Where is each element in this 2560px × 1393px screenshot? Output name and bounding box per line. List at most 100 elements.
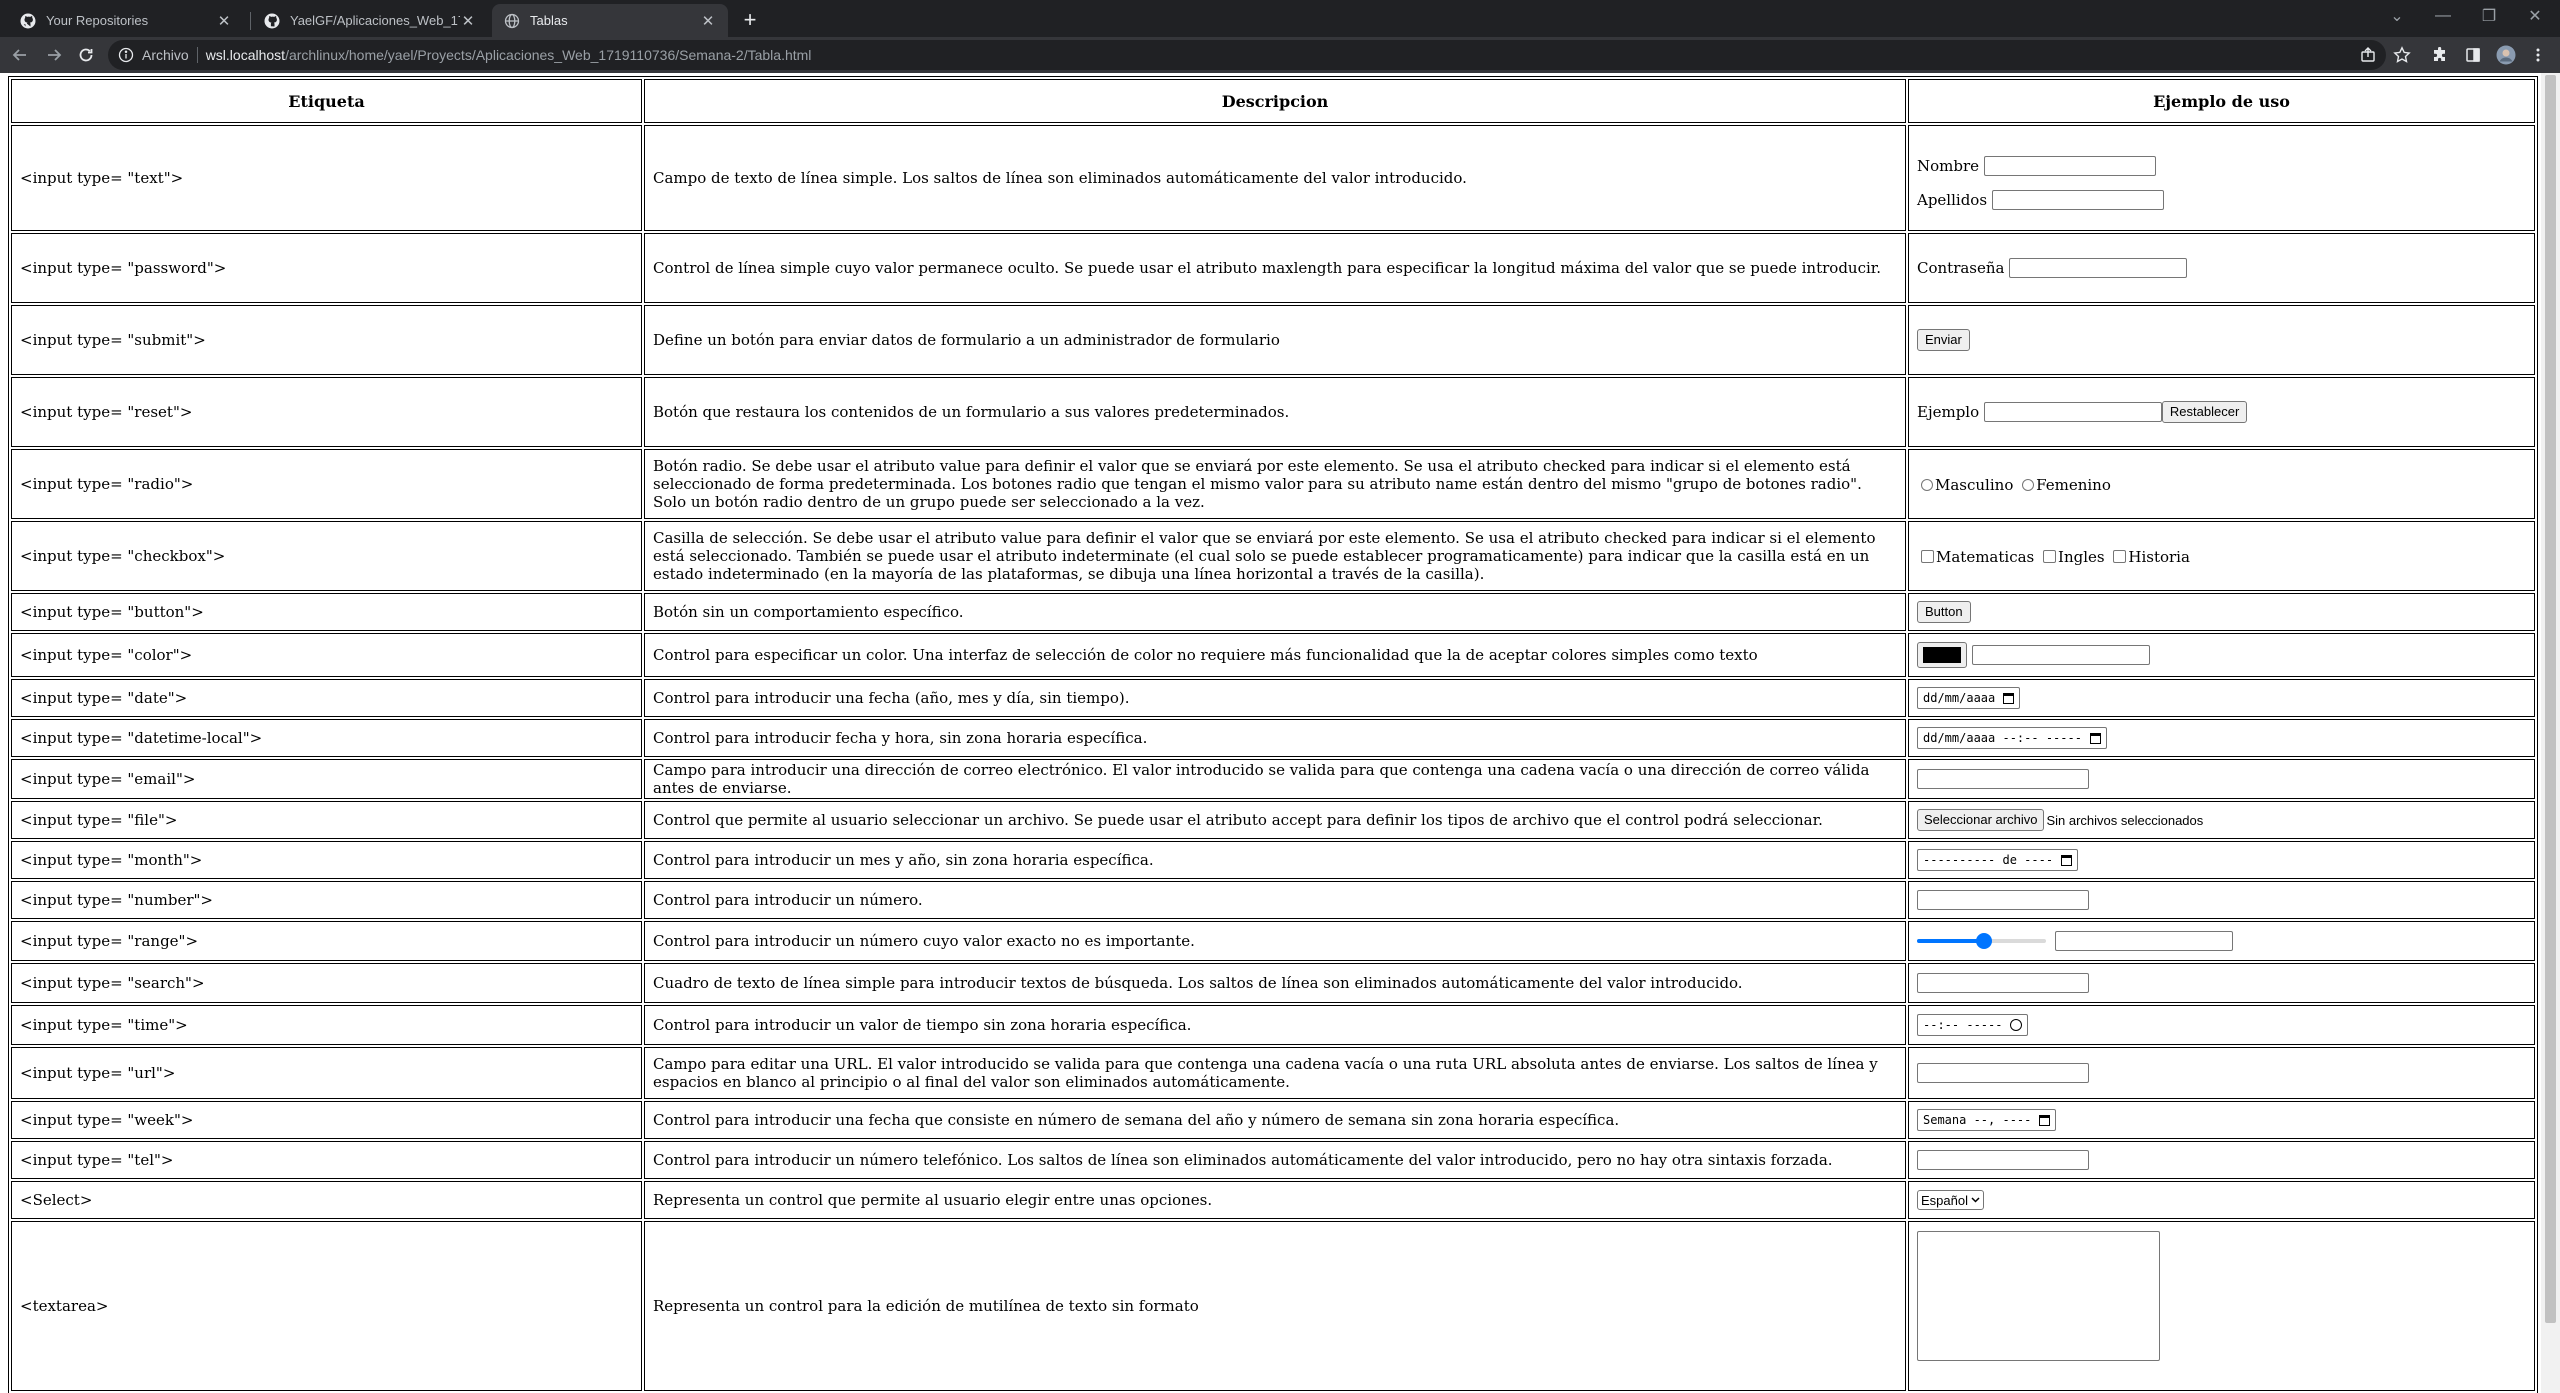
checkbox-matematicas[interactable] xyxy=(1921,550,1934,563)
forward-icon[interactable] xyxy=(40,41,68,69)
close-tab-icon[interactable]: ✕ xyxy=(700,12,716,30)
generic-button[interactable]: Button xyxy=(1917,601,1971,623)
calendar-icon[interactable] xyxy=(2003,692,2015,704)
nombre-input[interactable] xyxy=(1983,156,2156,176)
month-input[interactable]: ---------- de ---- xyxy=(1917,849,2079,871)
input-types-table: Etiqueta Descripcion Ejemplo de uso <inp… xyxy=(8,76,2538,1393)
address-path: /archlinux/home/yael/Proyects/Aplicacion… xyxy=(285,47,812,63)
tab-strip: Your Repositories ✕ YaelGF/Aplicaciones_… xyxy=(0,0,2560,37)
minimize-icon[interactable]: — xyxy=(2426,2,2460,30)
tab-search-icon[interactable]: ⌄ xyxy=(2380,2,2414,30)
maximize-icon[interactable]: ❐ xyxy=(2472,2,2506,30)
checkbox-ingles[interactable] xyxy=(2043,550,2057,563)
share-icon[interactable] xyxy=(2358,45,2378,65)
table-row: <input type= "month"> Control para intro… xyxy=(11,841,2535,879)
description-cell: Control para introducir un mes y año, si… xyxy=(644,841,1906,879)
extensions-icon[interactable] xyxy=(2430,45,2450,65)
ejemplo-input[interactable] xyxy=(1983,402,2162,422)
contrasena-label: Contraseña xyxy=(1917,259,2005,277)
date-placeholder: dd/mm/aaaa xyxy=(1923,691,1996,705)
info-icon[interactable] xyxy=(118,47,134,63)
scrollbar-thumb[interactable] xyxy=(2545,75,2556,1323)
url-input[interactable] xyxy=(1917,1063,2089,1083)
month-placeholder: ---------- de ---- xyxy=(1923,853,2054,867)
profile-avatar-icon[interactable] xyxy=(2496,45,2516,65)
textarea-input[interactable] xyxy=(1917,1231,2160,1361)
slider-thumb[interactable] xyxy=(1976,933,1993,949)
datetime-local-input[interactable]: dd/mm/aaaa --:-- ----- xyxy=(1917,727,2107,749)
radio-masculino[interactable] xyxy=(1921,478,1933,491)
checkbox-historia[interactable] xyxy=(2113,550,2127,563)
table-row: <input type= "date"> Control para introd… xyxy=(11,679,2535,717)
table-row: <input type= "search"> Cuadro de texto d… xyxy=(11,963,2535,1003)
close-tab-icon[interactable]: ✕ xyxy=(216,12,232,30)
color-text-input[interactable] xyxy=(1971,645,2150,665)
example-cell: Contraseña xyxy=(1908,233,2535,303)
description-cell: Control para introducir un número cuyo v… xyxy=(644,921,1906,961)
table-row: <Select> Representa un control que permi… xyxy=(11,1181,2535,1219)
clock-icon[interactable] xyxy=(2010,1019,2023,1031)
tag-cell: <input type= "date"> xyxy=(11,679,642,717)
bookmark-star-icon[interactable] xyxy=(2392,45,2412,65)
apellidos-input[interactable] xyxy=(1991,190,2164,210)
range-text-input[interactable] xyxy=(2054,931,2233,951)
tag-cell: <input type= "tel"> xyxy=(11,1141,642,1179)
file-status: Sin archivos seleccionados xyxy=(2046,812,2204,828)
enviar-button[interactable]: Enviar xyxy=(1917,329,1970,351)
tag-cell: <input type= "time"> xyxy=(11,1005,642,1045)
example-cell xyxy=(1908,963,2535,1003)
example-cell: Enviar xyxy=(1908,305,2535,375)
tab-tablas[interactable]: Tablas ✕ xyxy=(492,4,728,37)
vertical-scrollbar[interactable] xyxy=(2541,73,2560,1393)
description-cell: Representa un control para la edición de… xyxy=(644,1221,1906,1391)
example-cell xyxy=(1908,1141,2535,1179)
example-cell xyxy=(1908,633,2535,677)
table-row: <input type= "text"> Campo de texto de l… xyxy=(11,125,2535,231)
description-cell: Botón radio. Se debe usar el atributo va… xyxy=(644,449,1906,519)
tag-cell: <input type= "week"> xyxy=(11,1101,642,1139)
radio-label: Masculino xyxy=(1935,475,2014,494)
description-cell: Representa un control que permite al usu… xyxy=(644,1181,1906,1219)
tab-your-repositories[interactable]: Your Repositories ✕ xyxy=(8,4,244,37)
calendar-icon[interactable] xyxy=(2061,854,2073,866)
description-cell: Control de línea simple cuyo valor perma… xyxy=(644,233,1906,303)
color-picker[interactable] xyxy=(1917,642,1967,668)
calendar-icon[interactable] xyxy=(2089,732,2101,744)
radio-femenino[interactable] xyxy=(2022,478,2035,491)
example-cell: --:-- ----- xyxy=(1908,1005,2535,1045)
description-cell: Cuadro de texto de línea simple para int… xyxy=(644,963,1906,1003)
email-input[interactable] xyxy=(1917,769,2089,789)
close-window-icon[interactable]: ✕ xyxy=(2518,2,2552,30)
password-input[interactable] xyxy=(2009,258,2188,278)
checkbox-label: Ingles xyxy=(2058,547,2105,566)
menu-kebab-icon[interactable] xyxy=(2528,45,2548,65)
address-bar[interactable]: Archivo wsl.localhost/archlinux/home/yae… xyxy=(108,40,2386,70)
select-file-button[interactable]: Seleccionar archivo xyxy=(1917,809,2045,831)
table-row: <input type= "week"> Control para introd… xyxy=(11,1101,2535,1139)
tag-cell: <input type= "text"> xyxy=(11,125,642,231)
time-input[interactable]: --:-- ----- xyxy=(1917,1014,2029,1036)
tag-cell: <textarea> xyxy=(11,1221,642,1391)
table-row: <input type= "email"> Campo para introdu… xyxy=(11,759,2535,799)
back-icon[interactable] xyxy=(6,41,34,69)
number-input[interactable] xyxy=(1917,890,2089,910)
tag-cell: <Select> xyxy=(11,1181,642,1219)
reload-icon[interactable] xyxy=(72,41,100,69)
new-tab-button[interactable]: + xyxy=(736,6,764,34)
language-select[interactable]: Español xyxy=(1917,1190,1984,1210)
tag-cell: <input type= "url"> xyxy=(11,1047,642,1099)
search-input[interactable] xyxy=(1917,973,2089,993)
tag-cell: <input type= "month"> xyxy=(11,841,642,879)
side-panel-icon[interactable] xyxy=(2463,45,2483,65)
week-input[interactable]: Semana --, ---- xyxy=(1917,1109,2057,1131)
range-slider[interactable] xyxy=(1917,933,2046,949)
date-input[interactable]: dd/mm/aaaa xyxy=(1917,687,2021,709)
table-row: <input type= "time"> Control para introd… xyxy=(11,1005,2535,1045)
tab-yaelgf-repo[interactable]: YaelGF/Aplicaciones_Web_17191 ✕ xyxy=(252,4,488,37)
datetime-placeholder: dd/mm/aaaa --:-- ----- xyxy=(1923,731,2082,745)
restablecer-button[interactable]: Restablecer xyxy=(2161,401,2248,423)
tel-input[interactable] xyxy=(1917,1150,2089,1170)
description-cell: Control que permite al usuario seleccion… xyxy=(644,801,1906,839)
calendar-icon[interactable] xyxy=(2039,1114,2051,1126)
close-tab-icon[interactable]: ✕ xyxy=(460,12,476,30)
